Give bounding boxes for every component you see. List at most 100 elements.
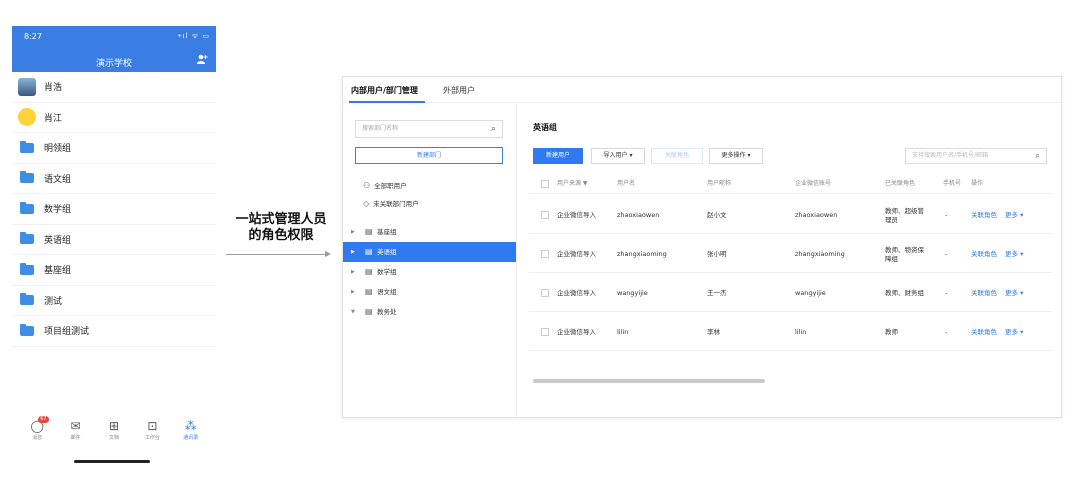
group-item[interactable]: 英语组 — [12, 225, 216, 255]
tree-node-selected[interactable]: ▶ ▤ 英语组 — [343, 242, 516, 262]
table-header: 用户来源 ▼ 用户名 用户昵称 企业微信账号 已关联角色 手机号 操作 — [529, 174, 1051, 194]
more-ops-button[interactable]: 更多操作 ▾ — [709, 148, 763, 164]
cell-wecom: zhaoxiaowen — [795, 211, 838, 219]
users-icon: ⚇ — [363, 181, 371, 190]
row-checkbox[interactable] — [541, 250, 549, 258]
add-user-icon[interactable] — [197, 54, 208, 67]
tab-contacts[interactable]: ⁂ 通讯录 — [174, 418, 208, 454]
cell-nickname: 王一杰 — [707, 289, 727, 297]
cell-wecom: zhangxiaoming — [795, 250, 845, 258]
tab-mail[interactable]: ✉ 邮件 — [59, 418, 93, 454]
cell-phone: - — [945, 289, 948, 297]
group-label: 明领组 — [44, 144, 72, 155]
caption-line-2: 的角色权限 — [248, 228, 314, 243]
col-phone: 手机号 — [943, 180, 962, 187]
caret-down-icon[interactable]: ▼ — [351, 302, 355, 322]
new-department-button[interactable]: 新建部门 — [355, 147, 503, 164]
caption: 一站式管理人员 的角色权限 — [230, 212, 332, 244]
link-role-action[interactable]: 关联角色 — [971, 235, 997, 273]
caret-right-icon[interactable]: ▶ — [351, 282, 355, 302]
link-role-action[interactable]: 关联角色 — [971, 274, 997, 312]
more-action[interactable]: 更多 ▾ — [1005, 313, 1023, 351]
group-item[interactable]: 基座组 — [12, 255, 216, 286]
contact-item[interactable]: 肖江 — [12, 103, 216, 133]
layers-icon: ◇ — [363, 199, 370, 208]
cell-source: 企业微信导入 — [557, 211, 596, 219]
caret-right-icon[interactable]: ▶ — [351, 222, 355, 242]
tree-node-label: 语文组 — [377, 288, 397, 296]
tab-messages[interactable]: ◯ 67 消息 — [20, 416, 54, 454]
import-user-button[interactable]: 导入用户 ▾ — [591, 148, 645, 164]
cell-username: lilin — [617, 328, 629, 336]
group-label: 基座组 — [44, 266, 72, 277]
more-action[interactable]: 更多 ▾ — [1005, 196, 1023, 234]
cell-roles: 教师 — [885, 328, 898, 336]
department-icon: ▤ — [365, 247, 373, 256]
tree-node-label: 数学组 — [377, 268, 397, 276]
group-item[interactable]: 测试 — [12, 286, 216, 316]
filter-all-users[interactable]: ⚇ 全部职用户 — [363, 180, 407, 190]
unread-badge: 67 — [38, 416, 49, 423]
contact-label: 肖浩 — [44, 83, 63, 94]
tree-node[interactable]: ▼ ▤ 教务处 — [343, 302, 516, 322]
more-action[interactable]: 更多 ▾ — [1005, 274, 1023, 312]
dept-search-placeholder: 搜索部门名称 — [362, 125, 399, 132]
dept-search-input[interactable]: 搜索部门名称 ⌕ — [355, 120, 503, 138]
link-role-action[interactable]: 关联角色 — [971, 313, 997, 351]
phone-tabbar: ◯ 67 消息 ✉ 邮件 ⊞ 文档 ⊡ 工作台 ⁂ 通讯录 — [12, 416, 216, 454]
search-icon[interactable]: ⌕ — [1036, 149, 1040, 163]
cell-source: 企业微信导入 — [557, 289, 596, 297]
group-label: 数学组 — [44, 205, 72, 216]
grid-icon: ⊡ — [147, 419, 158, 433]
row-checkbox[interactable] — [541, 289, 549, 297]
doc-icon: ⊞ — [108, 419, 119, 433]
group-label: 英语组 — [44, 235, 72, 246]
row-checkbox[interactable] — [541, 211, 549, 219]
tree-node[interactable]: ▶ ▤ 基座组 — [343, 222, 516, 242]
col-username: 用户名 — [617, 180, 636, 187]
avatar — [18, 77, 36, 96]
tab-external-users[interactable]: 外部用户 — [443, 85, 475, 96]
col-roles: 已关联角色 — [885, 180, 916, 187]
row-checkbox[interactable] — [541, 328, 549, 336]
user-pane: 英语组 新建用户 导入用户 ▾ 关联角色 更多操作 ▾ 支持搜索用户名/手机号/… — [519, 104, 1061, 417]
filter-unassigned-users[interactable]: ◇ 未关联部门用户 — [363, 198, 419, 208]
tree-node[interactable]: ▶ ▤ 语文组 — [343, 282, 516, 302]
table-row: 企业微信导入 zhaoxiaowen 赵小文 zhaoxiaowen 教师、超级… — [529, 196, 1051, 234]
link-role-action[interactable]: 关联角色 — [971, 196, 997, 234]
new-user-button[interactable]: 新建用户 — [533, 148, 583, 164]
group-item[interactable]: 数学组 — [12, 194, 216, 225]
folder-icon — [20, 232, 34, 245]
cell-phone: - — [945, 211, 948, 219]
tab-label: 消息 — [32, 435, 43, 441]
group-item[interactable]: 项目组测试 — [12, 316, 216, 347]
col-wecom: 企业微信账号 — [795, 180, 832, 187]
group-item[interactable]: 语文组 — [12, 164, 216, 194]
horizontal-scrollbar[interactable] — [533, 379, 765, 383]
tree-node-label: 教务处 — [377, 308, 397, 316]
cell-username: zhangxiaoming — [617, 250, 667, 258]
col-source[interactable]: 用户来源 ▼ — [557, 174, 588, 194]
tab-docs[interactable]: ⊞ 文档 — [97, 418, 131, 454]
tab-internal-users[interactable]: 内部用户/部门管理 — [351, 85, 418, 96]
tree-node[interactable]: ▶ ▤ 数学组 — [343, 262, 516, 282]
department-icon: ▤ — [365, 287, 373, 296]
contact-item[interactable]: 肖浩 — [12, 72, 216, 103]
search-icon[interactable]: ⌕ — [491, 121, 496, 137]
link-role-button[interactable]: 关联角色 — [651, 148, 703, 164]
contact-label: 肖江 — [44, 113, 63, 124]
table-row: 企业微信导入 lilin 李林 lilin 教师 - 关联角色 更多 ▾ — [529, 313, 1051, 351]
user-search-input[interactable]: 支持搜索用户名/手机号/邮箱 ⌕ — [905, 148, 1047, 164]
tab-label: 文档 — [108, 435, 119, 441]
more-action[interactable]: 更多 ▾ — [1005, 235, 1023, 273]
group-item[interactable]: 明领组 — [12, 133, 216, 164]
select-all-checkbox[interactable] — [541, 180, 549, 188]
caret-right-icon[interactable]: ▶ — [351, 262, 355, 282]
caret-right-icon[interactable]: ▶ — [351, 242, 355, 262]
tab-workbench[interactable]: ⊡ 工作台 — [135, 418, 169, 454]
col-nickname: 用户昵称 — [707, 180, 732, 187]
caption-line-1: 一站式管理人员 — [235, 212, 327, 227]
folder-icon — [20, 201, 34, 214]
department-icon: ▤ — [365, 307, 373, 316]
mobile-screenshot: 8:27 •ıl ᯤ ▭ 演示学校 肖浩 肖江 明领组 语文组 数学组 英语组 … — [12, 26, 216, 466]
